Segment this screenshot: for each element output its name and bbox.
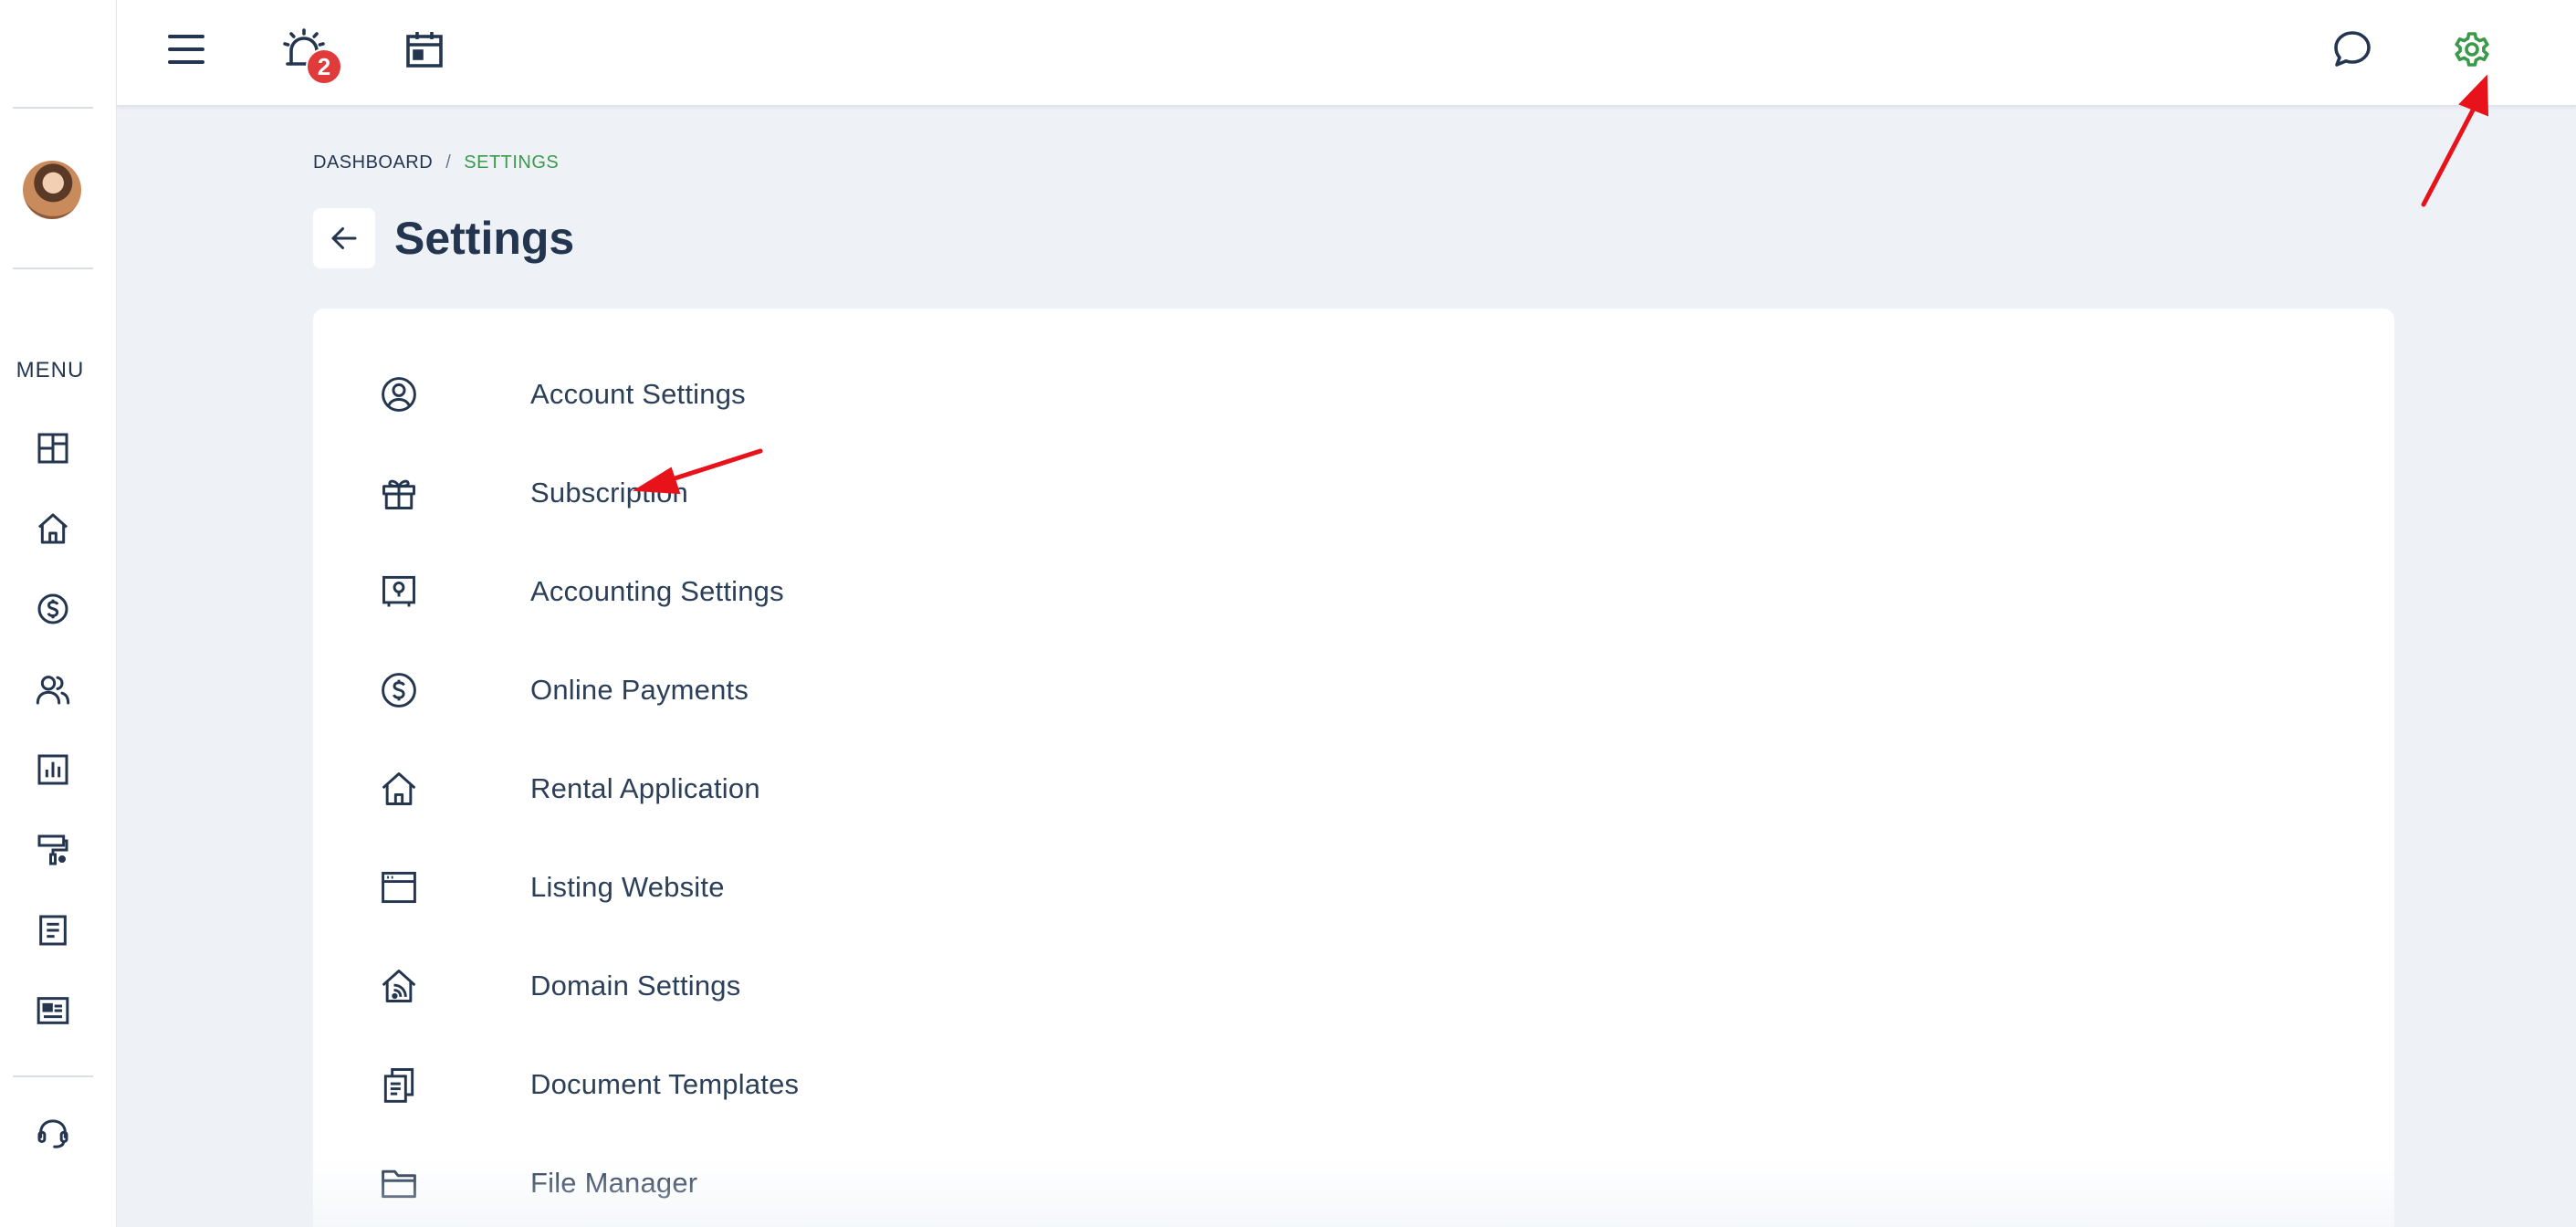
- sidebar-item-maintenance[interactable]: [33, 830, 73, 870]
- gift-icon: [377, 471, 421, 515]
- copy-document-icon: [377, 1063, 421, 1106]
- calendar-button[interactable]: [401, 26, 448, 73]
- breadcrumb-current: SETTINGS: [464, 152, 560, 173]
- sidebar-item-listings[interactable]: [33, 991, 73, 1031]
- dollar-circle-icon: [37, 593, 68, 624]
- settings-item-label: Online Payments: [530, 674, 749, 706]
- sidebar-item-properties[interactable]: [33, 509, 73, 549]
- messages-button[interactable]: [2329, 26, 2376, 73]
- sidebar-divider: [13, 1075, 93, 1077]
- settings-item-listing-website[interactable]: Listing Website: [377, 860, 1199, 915]
- sidebar: MENU: [0, 0, 117, 1227]
- sidebar-item-documents[interactable]: [33, 910, 73, 950]
- sidebar-item-support[interactable]: [33, 1114, 73, 1154]
- menu-label: MENU: [16, 358, 85, 383]
- settings-item-label: Accounting Settings: [530, 575, 784, 607]
- settings-item-label: Document Templates: [530, 1068, 800, 1100]
- document-icon: [39, 915, 67, 946]
- settings-item-label: Domain Settings: [530, 970, 741, 1002]
- menu-icon: [168, 35, 204, 64]
- settings-item-file-manager[interactable]: File Manager: [377, 1156, 1199, 1211]
- topbar: 2: [117, 0, 2576, 107]
- dollar-circle-icon: [377, 668, 421, 712]
- gear-icon: [2455, 32, 2489, 67]
- menu-toggle-button[interactable]: [162, 26, 210, 73]
- sidebar-item-dashboard[interactable]: [33, 428, 73, 468]
- maintenance-roller-icon: [37, 834, 68, 865]
- sidebar-divider: [13, 267, 93, 269]
- back-button[interactable]: [313, 208, 375, 268]
- reports-chart-icon: [37, 754, 68, 785]
- chat-icon: [2334, 31, 2371, 67]
- breadcrumb-dashboard-link[interactable]: DASHBOARD: [313, 152, 433, 173]
- app-root: MENU 2 DASHBOARD / SETTINGS Settings Acc…: [0, 0, 2576, 1227]
- listing-card-icon: [37, 997, 69, 1024]
- page-title: Settings: [394, 213, 575, 264]
- sidebar-item-people[interactable]: [33, 669, 73, 709]
- settings-item-document-templates[interactable]: Document Templates: [377, 1057, 1199, 1112]
- support-headset-icon: [37, 1119, 68, 1148]
- settings-item-label: Rental Application: [530, 772, 760, 804]
- breadcrumb-separator: /: [445, 152, 452, 173]
- user-circle-icon: [377, 372, 421, 416]
- sidebar-item-payments[interactable]: [33, 589, 73, 629]
- browser-window-icon: [377, 865, 421, 909]
- avatar[interactable]: [23, 161, 81, 219]
- sidebar-divider: [13, 107, 93, 109]
- settings-item-label: Subscription: [530, 477, 688, 509]
- settings-item-accounting[interactable]: Accounting Settings: [377, 564, 1199, 619]
- home-wifi-icon: [377, 964, 421, 1008]
- breadcrumb: DASHBOARD / SETTINGS: [313, 152, 559, 173]
- settings-item-rental-application[interactable]: Rental Application: [377, 761, 1199, 816]
- home-icon: [38, 513, 68, 544]
- settings-item-domain[interactable]: Domain Settings: [377, 959, 1199, 1013]
- home-icon: [377, 767, 421, 811]
- dashboard-grid-icon: [37, 433, 68, 464]
- arrow-left-icon: [331, 227, 357, 249]
- settings-card: Account Settings Subscription Accounting…: [313, 309, 2394, 1227]
- settings-button[interactable]: [2448, 26, 2496, 73]
- settings-item-label: Account Settings: [530, 378, 746, 410]
- calendar-icon: [406, 32, 443, 68]
- settings-item-label: Listing Website: [530, 871, 725, 903]
- settings-item-account[interactable]: Account Settings: [377, 367, 1199, 422]
- settings-item-label: File Manager: [530, 1167, 698, 1199]
- users-icon: [36, 676, 70, 705]
- folder-icon: [377, 1161, 421, 1205]
- notification-badge: 2: [306, 48, 342, 85]
- safe-icon: [377, 570, 421, 614]
- sidebar-item-reports[interactable]: [33, 750, 73, 790]
- settings-item-online-payments[interactable]: Online Payments: [377, 663, 1199, 718]
- settings-item-subscription[interactable]: Subscription: [377, 466, 1199, 520]
